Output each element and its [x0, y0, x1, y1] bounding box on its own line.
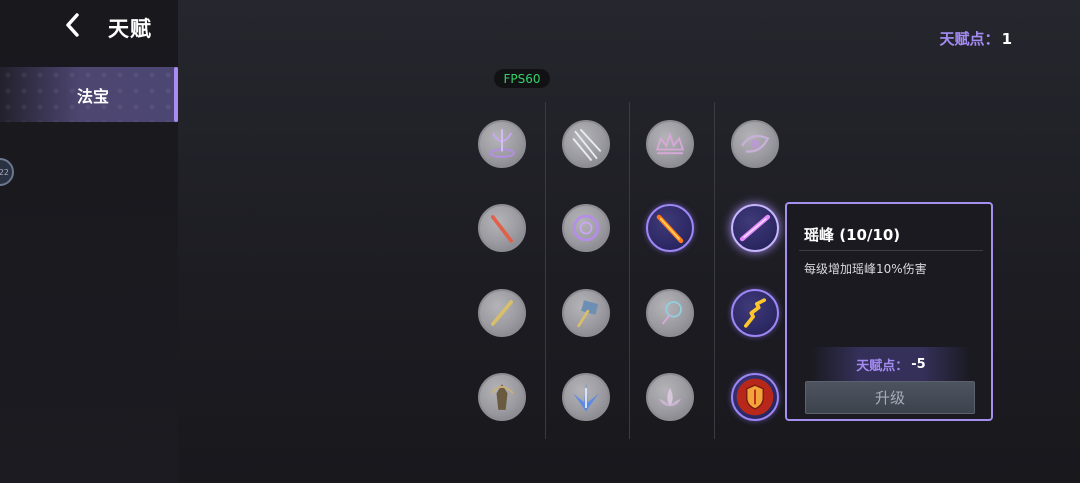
rune-disc-icon [572, 214, 600, 242]
talent-node-2[interactable] [562, 120, 610, 168]
talent-title: 瑶峰 (10/10) [804, 226, 901, 244]
talent-node-5[interactable] [478, 204, 526, 252]
talent-points-label: 天赋点： [939, 30, 1000, 48]
tab-label: 法宝 [76, 86, 109, 106]
ring-flail-icon [661, 301, 682, 325]
talent-node-10[interactable] [562, 289, 610, 337]
purple-blade-icon [739, 214, 771, 242]
talent-node-12[interactable] [731, 289, 779, 337]
talent-node-6[interactable] [562, 204, 610, 252]
lightning-slash-icon [572, 128, 602, 162]
edge-badge[interactable]: 22 [0, 158, 14, 186]
fps-counter: FPS60 [494, 69, 550, 88]
talent-node-13[interactable] [478, 373, 526, 421]
talent-points-value: 1 [1001, 30, 1012, 48]
talent-node-4[interactable] [731, 120, 779, 168]
tab-active-indicator [174, 67, 178, 122]
talent-node-3[interactable] [646, 120, 694, 168]
tab-fabao[interactable]: 法宝 [0, 67, 178, 122]
talent-node-11[interactable] [646, 289, 694, 337]
talent-cost: 天赋点： -5 [811, 347, 971, 381]
talent-node-15[interactable] [646, 373, 694, 421]
talent-node-7[interactable] [646, 204, 694, 252]
column-divider [545, 102, 546, 439]
fire-shield-icon [736, 378, 774, 416]
chevron-left-icon [66, 13, 79, 37]
golden-sword-icon [491, 300, 513, 326]
talent-node-16[interactable] [731, 373, 779, 421]
back-button[interactable] [58, 10, 88, 40]
talent-node-14[interactable] [562, 373, 610, 421]
talent-node-1[interactable] [478, 120, 526, 168]
hammer-icon [577, 300, 599, 328]
talent-points-display: 天赋点： 1 [940, 28, 1012, 49]
guardian-statue-icon [490, 384, 514, 410]
crown-arc-icon [655, 131, 685, 155]
magic-circle-icon [489, 129, 515, 158]
upgrade-button[interactable]: 升级 [805, 381, 975, 414]
talent-description: 每级增加瑶峰10%伤害 [804, 262, 927, 276]
ice-burst-icon [573, 382, 599, 412]
swirl-orb-icon [741, 134, 770, 153]
talent-node-9[interactable] [478, 289, 526, 337]
talent-detail-panel: 瑶峰 (10/10) 每级增加瑶峰10%伤害 天赋点： -5 升级 [785, 202, 993, 421]
sidebar: 天赋 法宝 22 [0, 0, 178, 483]
lotus-icon [659, 387, 681, 407]
page-title: 天赋 [108, 17, 152, 41]
divider [799, 250, 983, 251]
column-divider [629, 102, 630, 439]
gold-lightning-sword-icon [744, 298, 766, 328]
cost-value: -5 [911, 356, 926, 372]
column-divider [714, 102, 715, 439]
flame-sword-icon [656, 214, 684, 244]
fire-sword-icon [491, 215, 513, 243]
talent-node-8[interactable] [731, 204, 779, 252]
cost-label: 天赋点： [856, 358, 909, 374]
